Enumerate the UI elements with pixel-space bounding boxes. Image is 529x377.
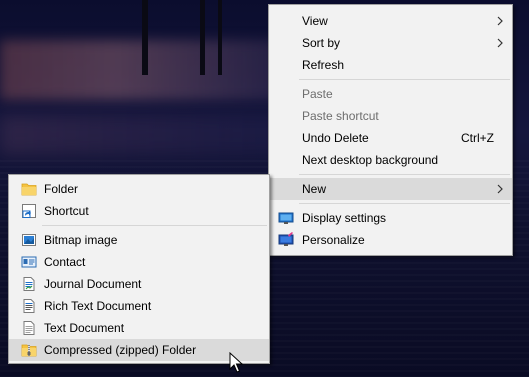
- menu-item-label: Text Document: [44, 321, 125, 335]
- menu-item-label: Refresh: [302, 58, 345, 72]
- menu-item-label: Bitmap image: [44, 233, 118, 247]
- new-item-bitmap-image[interactable]: Bitmap image: [9, 229, 269, 251]
- rich-text-document-icon: [23, 299, 35, 313]
- new-item-folder[interactable]: Folder: [9, 178, 269, 200]
- menu-item-label: Display settings: [302, 211, 387, 225]
- menu-separator: [299, 79, 510, 80]
- menu-separator: [299, 174, 510, 175]
- wallpaper-pier-post: [218, 0, 222, 75]
- menu-item-refresh[interactable]: Refresh: [269, 54, 512, 76]
- display-settings-icon: [278, 212, 294, 224]
- menu-separator: [42, 225, 267, 226]
- menu-item-label: Rich Text Document: [44, 299, 152, 313]
- chevron-right-icon: [497, 38, 503, 48]
- new-item-contact[interactable]: Contact: [9, 251, 269, 273]
- menu-item-paste-shortcut: Paste shortcut: [269, 105, 512, 127]
- journal-document-icon: [23, 277, 35, 291]
- menu-item-label: Folder: [44, 182, 79, 196]
- menu-item-next-desktop-background[interactable]: Next desktop background: [269, 149, 512, 171]
- wallpaper-pier-post: [200, 0, 205, 75]
- new-item-rich-text-document[interactable]: Rich Text Document: [9, 295, 269, 317]
- new-submenu: Folder Shortcut Bitmap image Contact Jou…: [8, 174, 270, 364]
- shortcut-icon: [22, 204, 36, 218]
- contact-icon: [21, 256, 37, 268]
- menu-item-view[interactable]: View: [269, 10, 512, 32]
- bitmap-image-icon: [22, 234, 36, 246]
- menu-item-label: New: [302, 182, 327, 196]
- menu-item-label: Sort by: [302, 36, 341, 50]
- menu-item-label: Journal Document: [44, 277, 142, 291]
- folder-icon: [21, 183, 37, 196]
- menu-item-label: View: [302, 14, 328, 28]
- menu-item-display-settings[interactable]: Display settings: [269, 207, 512, 229]
- menu-item-label: Personalize: [302, 233, 365, 247]
- menu-item-personalize[interactable]: Personalize: [269, 229, 512, 251]
- chevron-right-icon: [497, 16, 503, 26]
- menu-item-label: Contact: [44, 255, 86, 269]
- wallpaper-reflection-band: [0, 115, 300, 155]
- menu-item-shortcut: Ctrl+Z: [461, 131, 494, 145]
- menu-item-label: Compressed (zipped) Folder: [44, 343, 197, 357]
- menu-item-undo-delete[interactable]: Undo Delete Ctrl+Z: [269, 127, 512, 149]
- menu-separator: [299, 203, 510, 204]
- menu-item-label: Undo Delete: [302, 131, 369, 145]
- menu-item-paste: Paste: [269, 83, 512, 105]
- menu-item-sort-by[interactable]: Sort by: [269, 32, 512, 54]
- menu-item-label: Paste: [302, 87, 333, 101]
- menu-item-label: Next desktop background: [302, 153, 439, 167]
- desktop-context-menu: View Sort by Refresh Paste Paste shortcu…: [268, 4, 513, 256]
- menu-item-new[interactable]: New: [269, 178, 512, 200]
- zip-folder-icon: [21, 344, 37, 357]
- text-document-icon: [23, 321, 35, 335]
- personalize-icon: [278, 232, 294, 246]
- menu-item-label: Paste shortcut: [302, 109, 379, 123]
- new-item-shortcut[interactable]: Shortcut: [9, 200, 269, 222]
- mouse-cursor-icon: [229, 352, 243, 373]
- chevron-right-icon: [497, 184, 503, 194]
- new-item-text-document[interactable]: Text Document: [9, 317, 269, 339]
- new-item-journal-document[interactable]: Journal Document: [9, 273, 269, 295]
- wallpaper-pier-post: [142, 0, 148, 75]
- menu-item-label: Shortcut: [44, 204, 89, 218]
